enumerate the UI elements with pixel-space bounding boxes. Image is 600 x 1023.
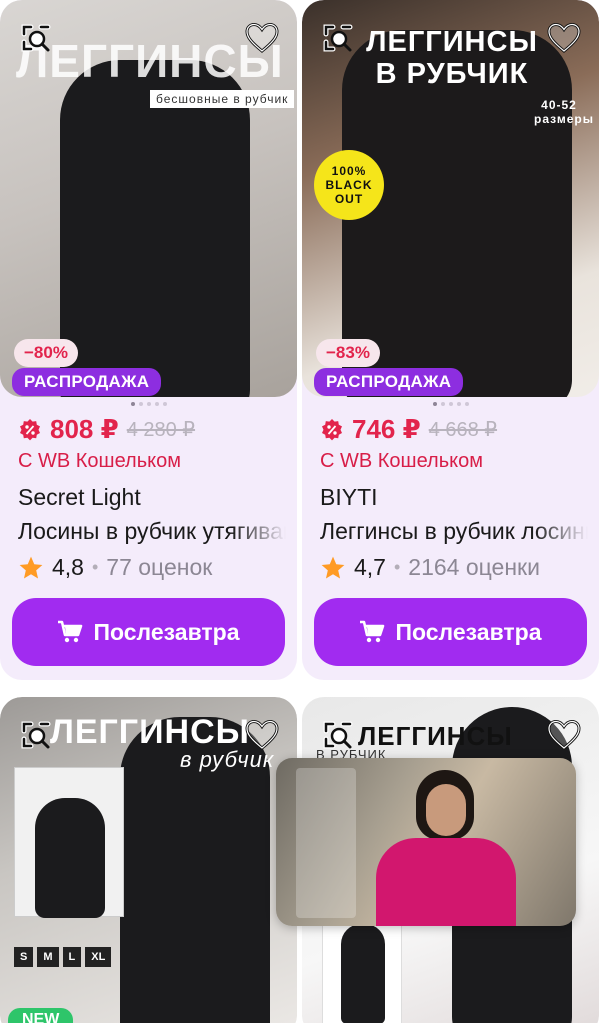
old-price: 4 280 ₽ <box>126 419 196 441</box>
old-price: 4 668 ₽ <box>428 419 498 441</box>
separator-dot: • <box>91 557 99 577</box>
size-chip: M <box>37 947 59 967</box>
size-chip: L <box>62 947 82 967</box>
add-to-cart-button[interactable]: Послезавтра <box>12 598 285 666</box>
star-icon <box>321 556 345 579</box>
product-card[interactable]: ЛЕГГИНСЫ в рубчик S M L XL NEW <box>0 697 297 1023</box>
product-brand[interactable]: Secret Light <box>18 484 141 511</box>
discount-badge: −80% <box>14 339 78 367</box>
leggings-shape <box>60 60 250 397</box>
photo-pager <box>302 402 599 406</box>
add-to-cart-button[interactable]: Послезавтра <box>314 598 587 666</box>
product-card[interactable]: ЛЕГГИНСЫ В РУБЧИК 40-52 размеры 100% BLA… <box>302 0 599 680</box>
product-name[interactable]: Лосины в рубчик утягивающие <box>18 518 286 545</box>
video-background-door <box>296 768 356 918</box>
photo-banner-sub: 40-52 размеры <box>534 98 594 126</box>
price-row: 746 ₽ 4 668 ₽ <box>320 414 497 445</box>
photo-banner: ЛЕГГИНСЫ <box>16 35 284 87</box>
similar-search-icon[interactable] <box>322 22 354 54</box>
rating-row: 4,7 • 2164 оценки <box>320 554 540 581</box>
product-brand[interactable]: BIYTI <box>320 484 378 511</box>
heart-icon[interactable] <box>547 719 581 751</box>
product-photo[interactable]: ЛЕГГИНСЫ В РУБЧИК 40-52 размеры 100% BLA… <box>302 0 599 397</box>
similar-search-icon[interactable] <box>20 719 52 751</box>
photo-pager <box>0 402 297 406</box>
heart-icon[interactable] <box>547 22 581 54</box>
rating-row: 4,8 • 77 оценок <box>18 554 212 581</box>
price: 808 ₽ <box>50 414 119 444</box>
product-photo[interactable]: ЛЕГГИНСЫ бесшовные в рубчик −80% РАСПРОД… <box>0 0 297 397</box>
product-card[interactable]: ЛЕГГИНСЫ бесшовные в рубчик −80% РАСПРОД… <box>0 0 297 680</box>
video-overlay[interactable] <box>276 758 576 926</box>
heart-icon[interactable] <box>245 22 279 54</box>
cart-icon <box>58 620 83 643</box>
video-person-face <box>426 784 466 836</box>
photo-banner-sub: бесшовные в рубчик <box>150 90 295 108</box>
similar-search-icon[interactable] <box>20 22 52 54</box>
reviews-count[interactable]: 77 оценок <box>106 554 212 581</box>
product-name[interactable]: Леггинсы в рубчик лосины <box>320 518 588 545</box>
price-row: 808 ₽ 4 280 ₽ <box>18 414 195 445</box>
product-photo[interactable]: ЛЕГГИНСЫ в рубчик S M L XL NEW <box>0 697 297 1023</box>
star-icon <box>19 556 43 579</box>
rating-value: 4,8 <box>52 554 84 580</box>
similar-search-icon[interactable] <box>322 719 354 751</box>
size-chip: XL <box>85 947 112 967</box>
rating-value: 4,7 <box>354 554 386 580</box>
size-chip: S <box>14 947 34 967</box>
discount-badge: −83% <box>316 339 380 367</box>
heart-icon[interactable] <box>245 719 279 751</box>
button-label: Послезавтра <box>395 618 542 645</box>
reviews-count[interactable]: 2164 оценки <box>408 554 540 581</box>
inset-photo <box>14 767 124 918</box>
sale-badge: РАСПРОДАЖА <box>12 368 162 396</box>
cart-icon <box>360 620 385 643</box>
new-badge: NEW <box>8 1008 74 1023</box>
product-grid: ЛЕГГИНСЫ бесшовные в рубчик −80% РАСПРОД… <box>0 0 600 1023</box>
separator-dot: • <box>393 557 401 577</box>
video-person-jacket <box>376 838 516 926</box>
wallet-note: С WB Кошельком <box>18 450 181 472</box>
inset-photo <box>322 917 402 1023</box>
percent-tag-icon <box>20 418 40 440</box>
size-chips: S M L XL <box>14 947 112 967</box>
blackout-callout: 100% BLACK OUT <box>314 150 384 220</box>
photo-banner: ЛЕГГИНСЫ В РУБЧИК <box>366 26 538 90</box>
wallet-note: С WB Кошельком <box>320 450 483 472</box>
price: 746 ₽ <box>352 414 421 444</box>
sale-badge: РАСПРОДАЖА <box>314 368 464 396</box>
percent-tag-icon <box>322 418 342 440</box>
button-label: Послезавтра <box>93 618 240 645</box>
